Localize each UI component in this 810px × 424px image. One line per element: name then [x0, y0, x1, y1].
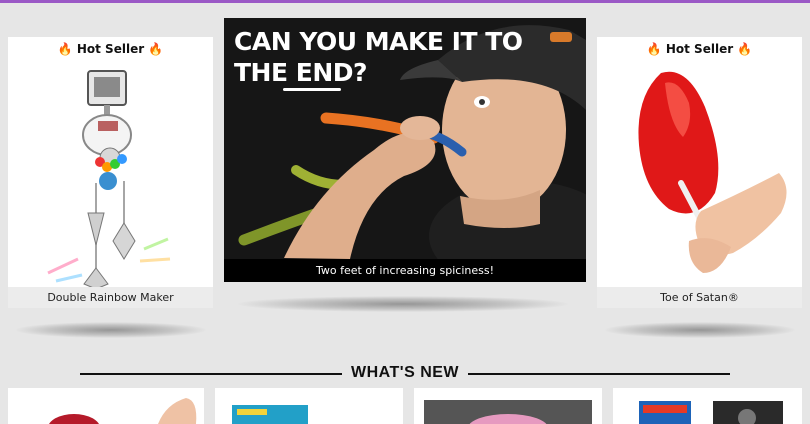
double-rainbow-maker-image[interactable] [38, 63, 188, 289]
card-shadow [605, 322, 795, 338]
new-product-image-4 [639, 401, 783, 424]
hero-headline-line2: THE END? [234, 57, 523, 88]
hero-underline [283, 88, 341, 91]
hero-banner-spicy-worm[interactable]: CAN YOU MAKE IT TO THE END? Two feet of … [224, 18, 586, 282]
card-shadow [16, 322, 206, 338]
new-product-tile-4[interactable] [613, 388, 802, 424]
hero-headline-end: END? [295, 58, 368, 87]
new-product-tile-1[interactable] [8, 388, 204, 424]
hot-seller-badge: 🔥 Hot Seller 🔥 [57, 42, 164, 56]
product-name[interactable]: Toe of Satan® [597, 287, 802, 308]
hero-headline: CAN YOU MAKE IT TO THE END? [234, 26, 523, 88]
hero-headline-the: THE [234, 58, 296, 87]
hot-seller-badge: 🔥 Hot Seller 🔥 [646, 42, 753, 56]
product-name[interactable]: Double Rainbow Maker [8, 287, 213, 308]
hero-headline-line1: CAN YOU MAKE IT TO [234, 27, 523, 56]
hero-shadow [238, 296, 568, 312]
toe-of-satan-image[interactable] [617, 63, 793, 285]
new-product-image-3 [424, 400, 592, 424]
product-card-double-rainbow-maker[interactable]: 🔥 Hot Seller 🔥 Double Rainbow Maker [8, 37, 213, 308]
whats-new-heading: WHAT'S NEW [0, 362, 810, 384]
product-card-toe-of-satan[interactable]: 🔥 Hot Seller 🔥 Toe of Satan® [597, 37, 802, 308]
new-product-image-1 [49, 398, 197, 424]
new-product-tile-2[interactable] [215, 388, 403, 424]
new-product-tile-3[interactable] [414, 388, 602, 424]
top-accent-bar [0, 0, 810, 3]
hero-caption[interactable]: Two feet of increasing spiciness! [224, 259, 586, 282]
heading-rule-right [468, 373, 730, 375]
new-product-image-2 [232, 405, 308, 424]
